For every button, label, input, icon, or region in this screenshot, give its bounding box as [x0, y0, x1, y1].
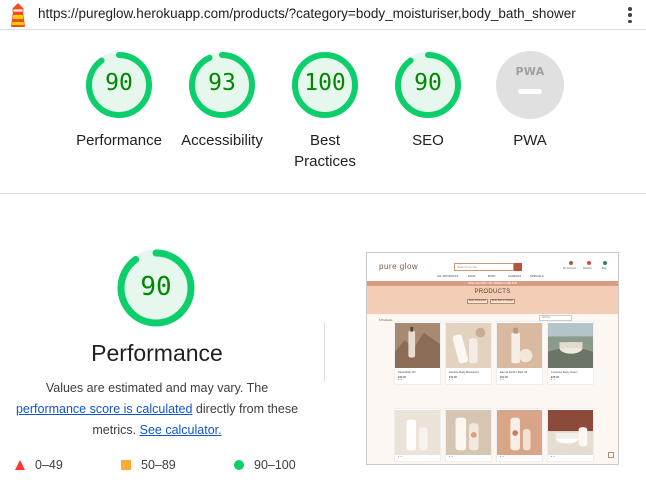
thumb-menu-item: FACE — [468, 274, 476, 278]
desc-text-2: directly from these — [195, 402, 299, 416]
score-value: 100 — [304, 70, 346, 96]
thumb-products-heading: PRODUCTS — [474, 289, 511, 295]
thumb-account-icon — [569, 261, 573, 265]
thumb-product-card: Luxurious Body Cream €25.00 ● ● — [547, 321, 594, 385]
thumb-product-image — [497, 410, 542, 455]
performance-detail-gauge: 90 — [117, 249, 195, 327]
score-gauge-seo[interactable]: 90 — [394, 51, 462, 119]
thumb-product-meta: ● ● — [449, 378, 453, 381]
thumb-navbar: pure glow Search our site My Account Wis… — [367, 253, 618, 281]
thumb-product-meta: ● ● — [398, 456, 402, 458]
thumb-search-input: Search our site — [454, 263, 514, 271]
lighthouse-icon — [8, 2, 28, 28]
thumb-product-card: ● ● — [445, 408, 492, 462]
thumb-product-card: ● ● — [547, 408, 594, 462]
thumb-product-image — [446, 323, 491, 368]
thumb-product-meta: ● ● — [551, 456, 555, 458]
score-gauge-accessibility[interactable]: 93 — [188, 51, 256, 119]
thumb-menu-item: ALL PRODUCTS — [437, 274, 459, 278]
score-legend: 0–49 50–89 90–100 — [0, 458, 330, 476]
url-text[interactable]: https://pureglow.herokuapp.com/products/… — [38, 6, 576, 21]
score-label[interactable]: SEO — [373, 130, 483, 151]
thumb-bag-icon — [603, 261, 607, 265]
thumb-product-meta: ● ● — [449, 456, 453, 458]
thumb-search-icon — [514, 263, 522, 271]
thumb-pill: Body Moisturiser — [467, 299, 488, 304]
thumb-wishlist-label: Wishlist — [583, 267, 592, 270]
desc-text-1: Values are estimated and may vary. The — [45, 381, 269, 395]
legend-fail-range: 0–49 — [35, 458, 63, 472]
thumb-product-card: ● ● — [496, 408, 543, 462]
thumb-product-count: 6 Products — [379, 318, 393, 322]
score-value: 90 — [414, 70, 442, 96]
thumb-product-meta: ● ● — [398, 378, 402, 381]
pwa-badge-text: PWA — [515, 65, 545, 78]
thumb-menu-item: CANDLES — [508, 274, 522, 278]
pass-circle-icon — [234, 460, 244, 470]
thumb-wishlist-icon — [587, 261, 591, 265]
thumb-product-card: Jasmine Body Moisturiser €33.00 ● ● — [445, 321, 492, 385]
average-square-icon — [121, 460, 131, 470]
section-divider — [0, 193, 646, 194]
vertical-divider — [324, 322, 325, 382]
thumb-product-image — [395, 410, 440, 455]
score-label[interactable]: Performance — [64, 130, 174, 151]
score-label[interactable]: Best Practices — [290, 130, 360, 172]
thumb-menu-item: SPECIALS — [530, 274, 544, 278]
thumb-product-image — [395, 323, 440, 368]
thumb-product-image — [548, 323, 593, 368]
thumb-menu: ALL PRODUCTS FACE BODY CANDLES SPECIALS — [367, 273, 618, 281]
thumb-scroll-top-icon — [608, 452, 614, 458]
final-screenshot-thumbnail[interactable]: pure glow Search our site My Account Wis… — [366, 252, 619, 465]
kebab-menu-icon[interactable] — [626, 5, 634, 25]
fail-triangle-icon — [15, 460, 25, 470]
legend-pass-range: 90–100 — [254, 458, 296, 472]
pwa-dash-icon — [518, 89, 542, 94]
score-value: 93 — [208, 70, 236, 96]
thumb-product-meta: ● ● — [551, 378, 555, 381]
score-gauge-best-practices[interactable]: 100 — [291, 51, 359, 119]
thumb-pill: Body Bath & Shower — [490, 299, 515, 304]
legend-average: 50–89 — [121, 458, 176, 472]
see-calculator-link[interactable]: See calculator. — [140, 423, 222, 437]
pwa-label[interactable]: PWA — [480, 130, 580, 151]
pwa-badge[interactable]: PWA — [496, 51, 564, 119]
thumb-product-meta: ● ● — [500, 456, 504, 458]
thumb-menu-item: BODY — [488, 274, 496, 278]
score-value: 90 — [105, 70, 133, 96]
score-calculated-link[interactable]: performance score is calculated — [16, 402, 192, 416]
thumb-product-image — [497, 323, 542, 368]
url-bar: https://pureglow.herokuapp.com/products/… — [0, 0, 646, 30]
thumb-logo: pure glow — [379, 262, 419, 271]
performance-description: Values are estimated and may vary. The p… — [0, 378, 314, 441]
thumb-product-image — [446, 410, 491, 455]
thumb-product-card: Neroli Body Oil €33.00 ● ● — [394, 321, 441, 385]
thumb-product-meta: ● ● — [500, 378, 504, 381]
score-label[interactable]: Accessibility — [167, 130, 277, 151]
legend-fail: 0–49 — [15, 458, 63, 472]
desc-text-3: metrics. — [92, 423, 137, 437]
score-gauge-performance[interactable]: 90 — [85, 51, 153, 119]
thumb-product-image — [548, 410, 593, 455]
performance-detail-score: 90 — [140, 272, 172, 302]
thumb-account-label: My Account — [563, 267, 576, 270]
thumb-bag-label: Bag — [602, 267, 607, 270]
performance-heading: Performance — [91, 340, 223, 366]
thumb-product-card: ● ● — [394, 408, 441, 462]
thumb-header: PRODUCTS Body Moisturiser Body Bath & Sh… — [367, 286, 618, 314]
legend-pass: 90–100 — [234, 458, 296, 472]
legend-average-range: 50–89 — [141, 458, 176, 472]
thumb-product-card: Eau de Parfum Bath Oil €22.00 ● ● — [496, 321, 543, 385]
